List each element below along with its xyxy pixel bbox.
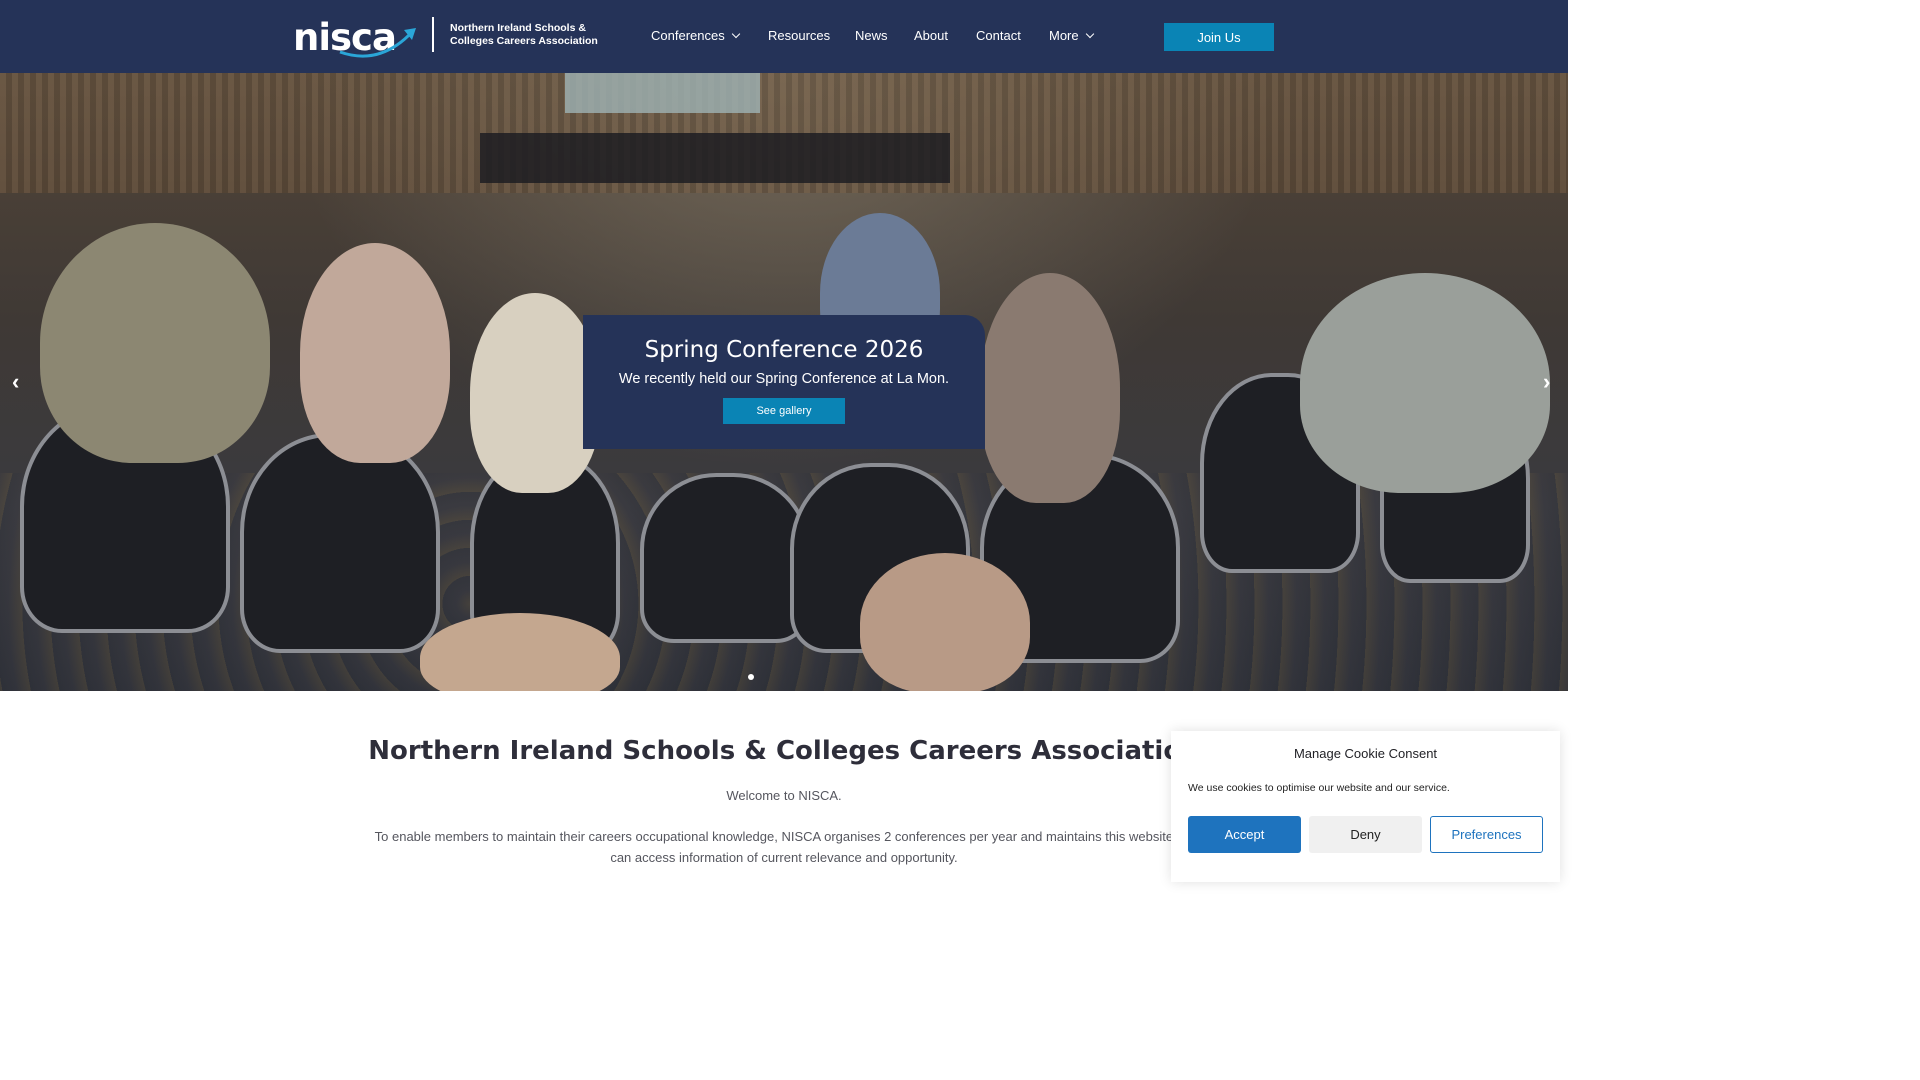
slider-dot-active[interactable] <box>748 674 754 680</box>
logo-swoosh-icon <box>339 28 416 58</box>
logo-divider <box>432 17 434 52</box>
hero-slide-card: Spring Conference 2026 We recently held … <box>583 315 985 449</box>
cookie-title: Manage Cookie Consent <box>1293 746 1438 761</box>
nav-about-label: About <box>914 28 948 43</box>
cookie-consent-banner: Manage Cookie Consent We use cookies to … <box>1171 731 1560 882</box>
cookie-deny-button[interactable]: Deny <box>1309 816 1422 853</box>
hero-photo-person <box>860 553 1030 691</box>
join-us-button[interactable]: Join Us <box>1164 23 1274 51</box>
logo-tagline: Northern Ireland Schools & Colleges Care… <box>450 22 598 48</box>
nav-more[interactable]: More <box>1049 28 1094 43</box>
cookie-accept-button[interactable]: Accept <box>1188 816 1301 853</box>
nav-resources[interactable]: Resources <box>768 28 830 43</box>
nav-conferences[interactable]: Conferences <box>651 28 740 43</box>
nav-news[interactable]: News <box>855 28 888 43</box>
hero-photo-chair <box>640 473 810 643</box>
nav-about[interactable]: About <box>914 28 948 43</box>
site-header: nisca Northern Ireland Schools & College… <box>0 0 1568 73</box>
chevron-down-icon <box>1085 29 1094 39</box>
cookie-text: We use cookies to optimise our website a… <box>1188 782 1450 794</box>
nav-contact-label: Contact <box>976 28 1021 43</box>
nav-conferences-label: Conferences <box>651 28 725 43</box>
hero-photo-person <box>300 243 450 463</box>
hero-photo-chair <box>240 433 440 653</box>
hero-photo-screen <box>565 73 760 113</box>
nav-news-label: News <box>855 28 888 43</box>
hero-photo-person <box>1300 273 1550 493</box>
hero-photo-person <box>980 273 1120 503</box>
chevron-right-icon[interactable]: › <box>1543 371 1557 393</box>
intro-line: can access information of current releva… <box>610 849 958 865</box>
hero-photo-person <box>40 223 270 463</box>
logo-tagline-line1: Northern Ireland Schools & <box>450 22 586 34</box>
intro-paragraph: To enable members to maintain their care… <box>300 827 1268 868</box>
cookie-preferences-button[interactable]: Preferences <box>1430 816 1543 853</box>
chevron-left-icon[interactable]: ‹ <box>12 371 26 393</box>
chevron-down-icon <box>731 29 740 39</box>
nav-contact[interactable]: Contact <box>976 28 1021 43</box>
hero-photo-stage <box>480 133 950 183</box>
nav-more-label: More <box>1049 28 1079 43</box>
nav-resources-label: Resources <box>768 28 831 43</box>
slide-subtitle: We recently held our Spring Conference a… <box>618 371 950 387</box>
logo-tagline-line2: Colleges Careers Association <box>450 35 598 47</box>
hero-photo-person <box>470 293 600 493</box>
slide-title: Spring Conference 2026 <box>644 337 924 363</box>
see-gallery-button[interactable]: See gallery <box>723 398 845 424</box>
intro-line: To enable members to maintain their care… <box>374 829 1194 844</box>
